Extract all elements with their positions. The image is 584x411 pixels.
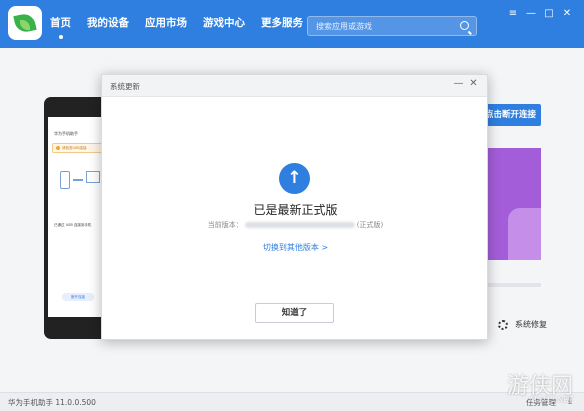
window-controls: ≡ — □ ✕ [504, 8, 576, 19]
system-repair-label: 系统修复 [515, 320, 547, 329]
ok-button[interactable]: 知道了 [255, 303, 334, 323]
dialog-close-icon[interactable]: ✕ [466, 78, 481, 89]
top-bar: 首页 我的设备 应用市场 游戏中心 更多服务 ≡ — □ ✕ [0, 0, 584, 48]
connection-arrow-icon [73, 179, 83, 181]
system-repair-button[interactable]: 系统修复 [498, 319, 547, 330]
watermark-logo: 游侠网 ALI213.NET [507, 374, 574, 404]
phone-disconnect-button: 断开连接 [62, 293, 94, 301]
main-nav: 首页 我的设备 应用市场 游戏中心 更多服务 [50, 15, 319, 39]
phone-warning: 请检查USB连接 [52, 143, 104, 153]
progress-track [486, 283, 541, 287]
switch-version-link[interactable]: 切换到其他版本 > [102, 242, 489, 253]
search-icon[interactable] [460, 21, 469, 30]
dialog-titlebar: 系统更新 — ✕ [102, 75, 487, 97]
dialog-controls: — ✕ [451, 78, 481, 89]
nav-home[interactable]: 首页 [50, 15, 71, 39]
app-version: 华为手机助手 11.0.0.500 [8, 398, 96, 407]
status-bar: 华为手机助手 11.0.0.500 任务管理 ⤓ [0, 392, 584, 411]
active-indicator [58, 35, 63, 39]
menu-icon[interactable]: ≡ [504, 8, 522, 19]
current-version: 当前版本： (正式版) [207, 221, 384, 229]
phone-title: 华为手机助手 [54, 131, 78, 136]
search-input[interactable] [308, 17, 448, 35]
dialog-minimize-icon[interactable]: — [451, 78, 466, 89]
system-update-dialog: 系统更新 — ✕ ↑ 已是最新正式版 当前版本： (正式版) 切换到其他版本 > … [101, 74, 488, 340]
search-box[interactable] [307, 16, 477, 36]
warning-icon [56, 146, 60, 150]
gear-icon [498, 319, 508, 330]
close-icon[interactable]: ✕ [558, 8, 576, 19]
update-status-heading: 已是最新正式版 [253, 203, 338, 217]
maximize-icon[interactable]: □ [540, 8, 558, 19]
phone-caption: 已通过 USB 连接到手机 [54, 223, 92, 227]
nav-app-market[interactable]: 应用市场 [145, 15, 187, 30]
banner-graphic [508, 208, 541, 260]
dialog-title: 系统更新 [110, 82, 140, 91]
nav-more-services[interactable]: 更多服务 [261, 15, 303, 30]
minimize-icon[interactable]: — [522, 8, 540, 19]
up-arrow-icon: ↑ [279, 163, 310, 194]
blurred-version [244, 222, 355, 228]
nav-my-devices[interactable]: 我的设备 [87, 15, 129, 30]
phone-screen: 华为手机助手 请检查USB连接 已通过 USB 连接到手机 断开连接 [48, 117, 108, 317]
computer-icon [86, 171, 100, 183]
app-logo-icon [8, 6, 42, 40]
nav-game-center[interactable]: 游戏中心 [203, 15, 245, 30]
phone-device-icon [60, 171, 70, 189]
